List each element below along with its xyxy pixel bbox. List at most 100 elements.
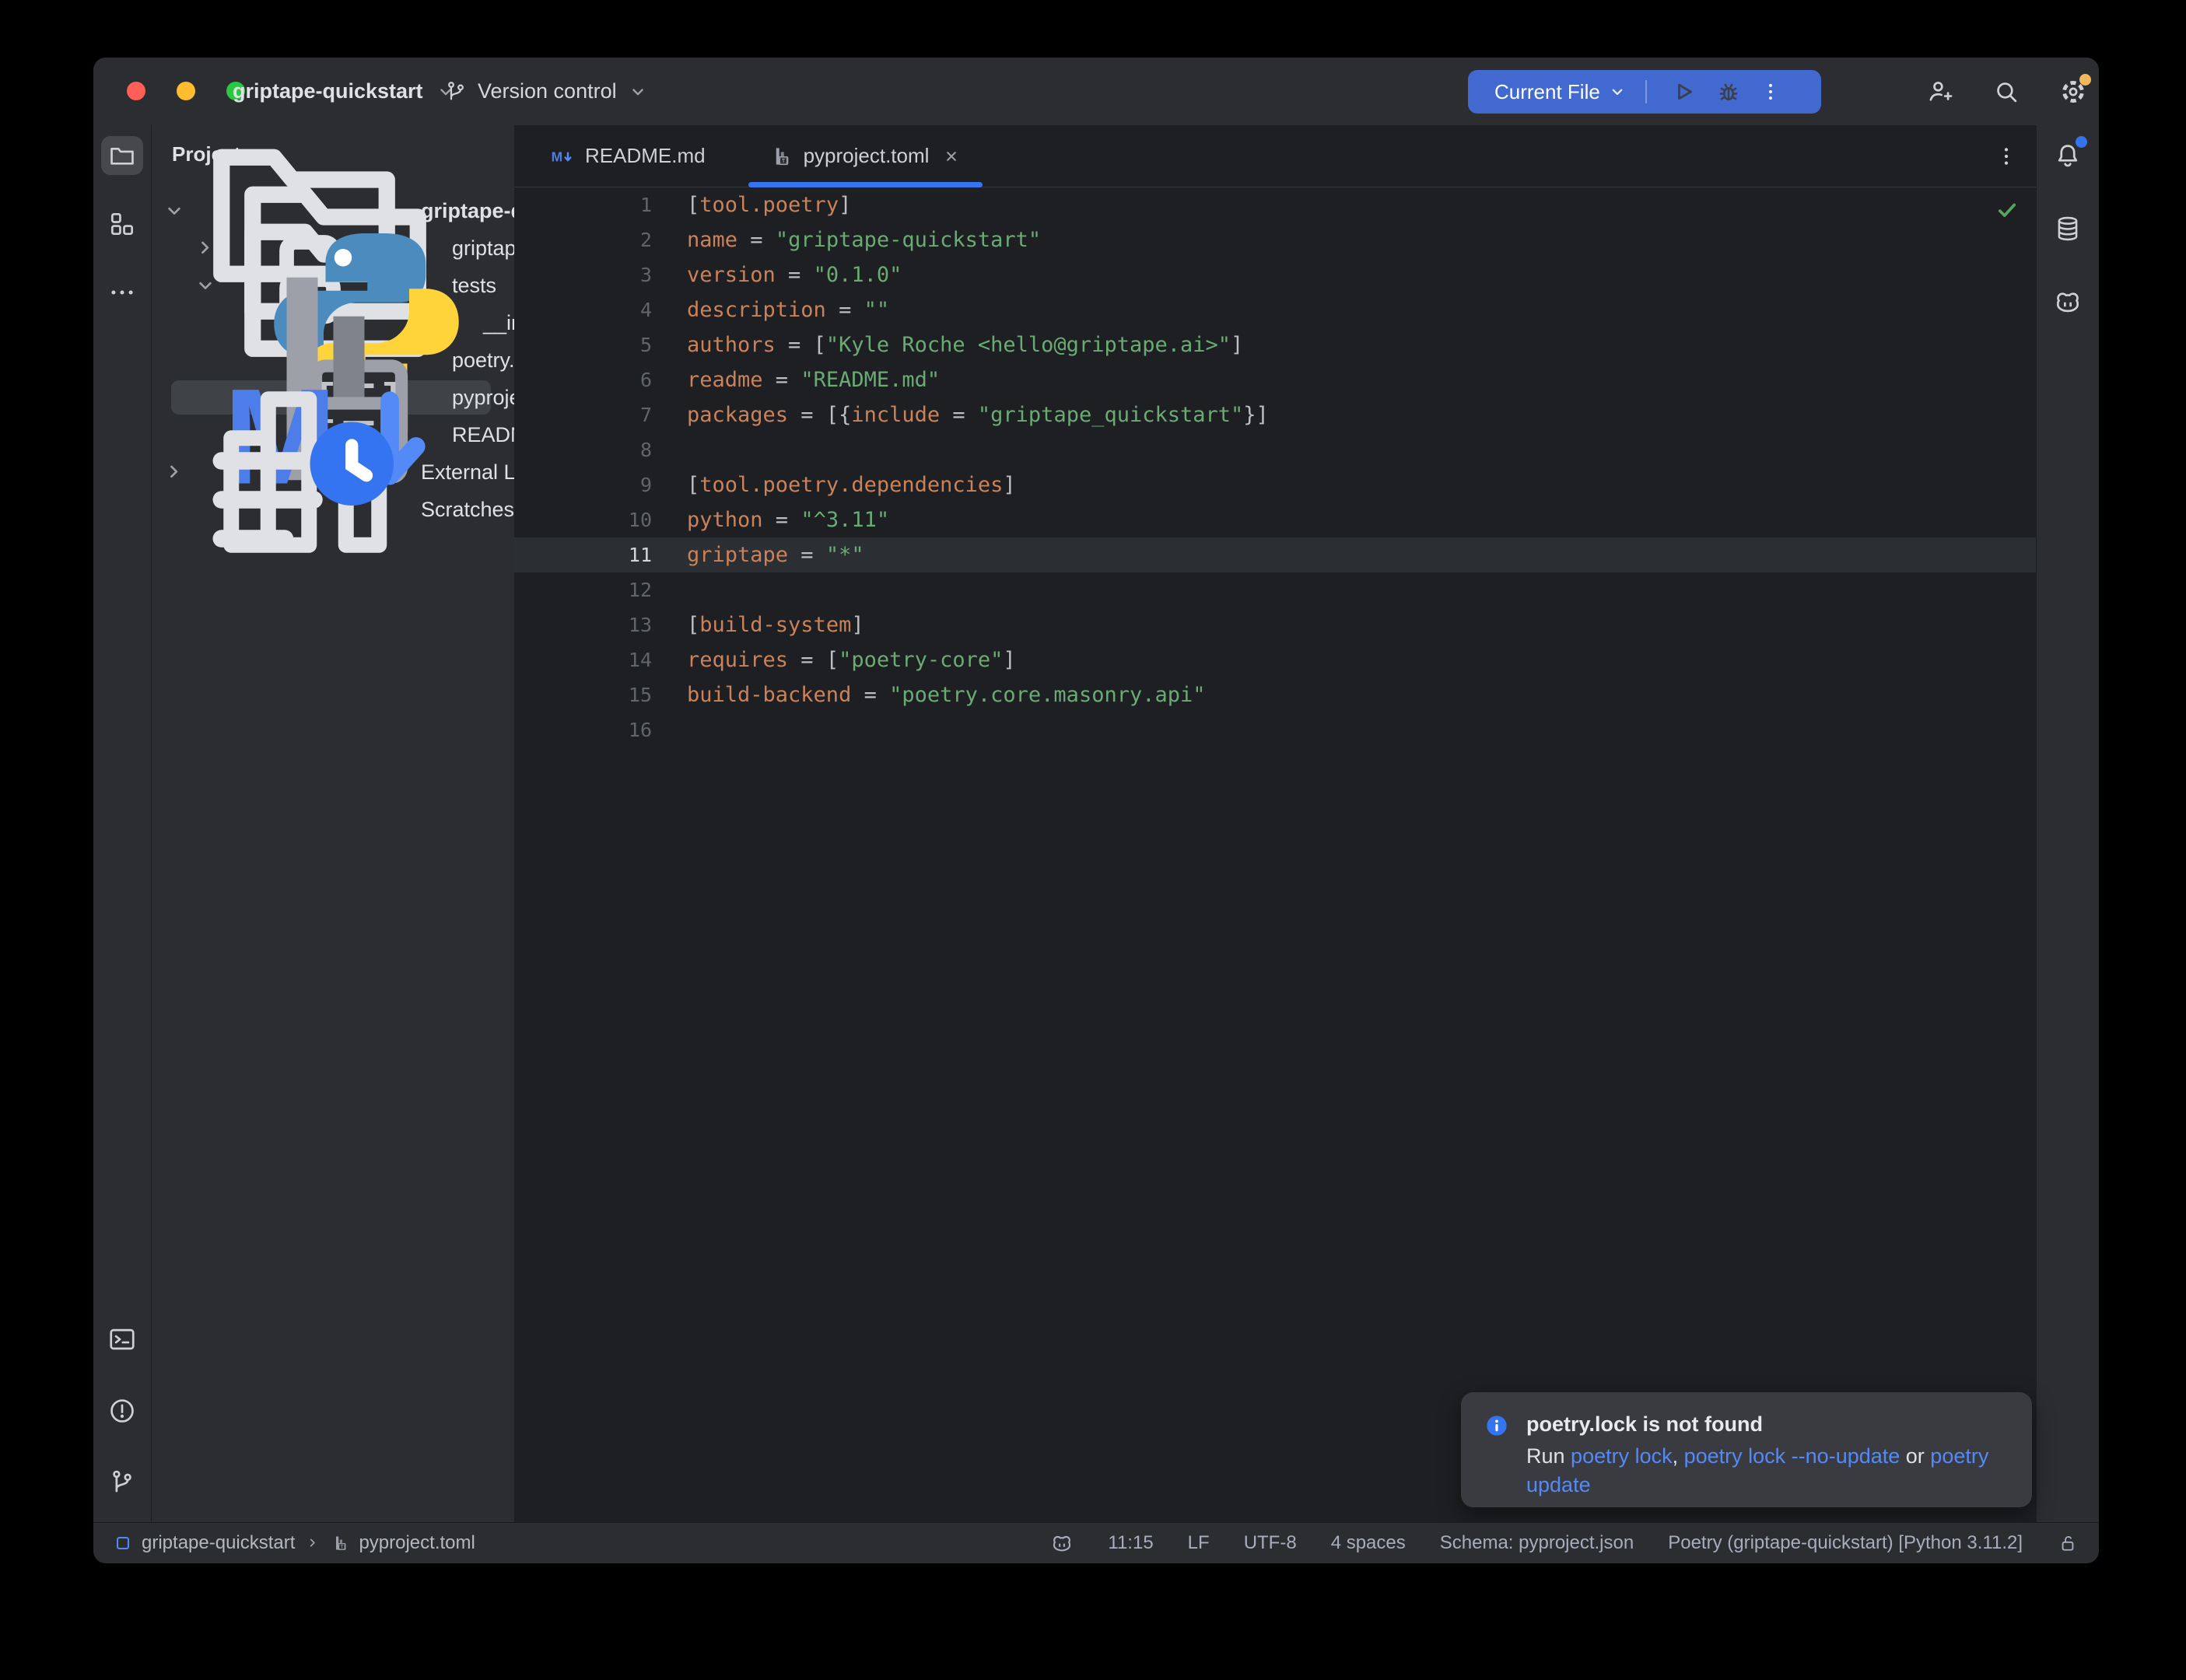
run-config-selector[interactable]: Current File bbox=[1494, 80, 1600, 104]
chevron-down-icon[interactable] bbox=[192, 272, 219, 299]
line-number: 15 bbox=[514, 684, 652, 706]
notification-link[interactable]: poetry lock bbox=[1571, 1444, 1673, 1468]
code-line: 11griptape = "*" bbox=[514, 537, 2036, 572]
copilot-status-icon[interactable] bbox=[1050, 1531, 1074, 1555]
version-control-tool-window-button[interactable] bbox=[101, 1463, 143, 1502]
vcs-branch-icon bbox=[443, 79, 468, 104]
line-number: 2 bbox=[514, 229, 652, 251]
chevron-down-icon bbox=[626, 80, 650, 103]
chevron-spacer bbox=[161, 496, 187, 523]
tree-item-label: pyproject.toml bbox=[452, 386, 514, 410]
folder-icon bbox=[107, 141, 137, 170]
ai-assistant-button[interactable] bbox=[2047, 282, 2089, 321]
code-line: 4description = "" bbox=[514, 292, 2036, 327]
tree-item-label: __init__.py bbox=[483, 311, 514, 335]
line-number: 11 bbox=[514, 544, 652, 566]
markdown-icon: M bbox=[551, 145, 574, 168]
breadcrumb-item[interactable]: griptape-quickstart bbox=[142, 1532, 295, 1554]
terminal-icon bbox=[107, 1325, 137, 1354]
code-text: [tool.poetry] bbox=[652, 193, 851, 217]
main-area: Project griptape-quickstart~/Documegript… bbox=[93, 125, 2099, 1522]
window-close-button[interactable] bbox=[127, 82, 145, 100]
project-selector[interactable]: griptape-quickstart bbox=[233, 58, 457, 125]
code-text: griptape = "*" bbox=[652, 543, 864, 567]
notification-text: Run bbox=[1526, 1444, 1571, 1468]
code-text: version = "0.1.0" bbox=[652, 263, 902, 287]
code-line: 7packages = [{include = "griptape_quicks… bbox=[514, 397, 2036, 432]
tab-label: README.md bbox=[585, 144, 706, 168]
window-minimize-button[interactable] bbox=[177, 82, 195, 100]
settings-button[interactable] bbox=[2058, 77, 2088, 107]
code-editor[interactable]: 1[tool.poetry] 2name = "griptape-quicksta… bbox=[514, 187, 2036, 1522]
code-line: 9[tool.poetry.dependencies] bbox=[514, 467, 2036, 502]
chevron-right-icon[interactable] bbox=[161, 459, 187, 485]
svg-text:[T]: [T] bbox=[778, 158, 788, 164]
chevron-down-icon[interactable] bbox=[1606, 81, 1628, 103]
notification-title: poetry.lock is not found bbox=[1526, 1411, 2001, 1437]
invite-user-button[interactable] bbox=[1925, 77, 1954, 107]
right-tool-window-bar bbox=[2036, 125, 2099, 1522]
code-line: 16 bbox=[514, 712, 2036, 747]
code-line: 15build-backend = "poetry.core.masonry.a… bbox=[514, 677, 2036, 712]
scratches-icon bbox=[187, 393, 421, 626]
database-tool-window-button[interactable] bbox=[2047, 209, 2089, 248]
status-item[interactable]: Poetry (griptape-quickstart) [Python 3.1… bbox=[1668, 1532, 2023, 1554]
code-line: 14requires = ["poetry-core"] bbox=[514, 642, 2036, 677]
structure-icon bbox=[107, 209, 137, 239]
chevron-right-icon[interactable] bbox=[192, 235, 219, 261]
notifications-button[interactable] bbox=[2047, 136, 2089, 175]
code-line: 3version = "0.1.0" bbox=[514, 257, 2036, 292]
notification-link[interactable]: poetry lock --no-update bbox=[1684, 1444, 1900, 1468]
code-line: 5authors = ["Kyle Roche <hello@griptape.… bbox=[514, 327, 2036, 362]
structure-tool-window-button[interactable] bbox=[101, 205, 143, 243]
code-line: 10python = "^3.11" bbox=[514, 502, 2036, 537]
line-number: 12 bbox=[514, 579, 652, 601]
editor-area: MREADME.md[T]pyproject.toml 1[tool.poetr… bbox=[514, 125, 2036, 1522]
more-tool-windows-button[interactable] bbox=[101, 273, 143, 312]
status-item[interactable]: UTF-8 bbox=[1244, 1532, 1297, 1554]
breadcrumb-item[interactable]: pyproject.toml bbox=[359, 1532, 475, 1554]
status-item[interactable]: 11:15 bbox=[1108, 1532, 1153, 1554]
tree-row-Scratches and Consoles[interactable]: Scratches and Consoles bbox=[152, 491, 514, 528]
debug-button[interactable] bbox=[1714, 77, 1743, 107]
status-item[interactable]: Schema: pyproject.json bbox=[1440, 1532, 1634, 1554]
vcs-selector-label: Version control bbox=[478, 79, 617, 103]
run-button[interactable] bbox=[1669, 77, 1698, 107]
vcs-selector[interactable]: Version control bbox=[443, 58, 650, 125]
line-number: 6 bbox=[514, 369, 652, 391]
problems-tool-window-button[interactable] bbox=[101, 1391, 143, 1430]
unlock-icon[interactable] bbox=[2057, 1532, 2079, 1554]
code-line: 2name = "griptape-quickstart" bbox=[514, 222, 2036, 257]
vcs-branch-icon bbox=[107, 1468, 137, 1497]
chevron-down-icon[interactable] bbox=[161, 198, 187, 224]
tree-item-label: Scratches and Consoles bbox=[421, 498, 514, 522]
more-run-options-button[interactable] bbox=[1759, 80, 1782, 103]
project-selector-label: griptape-quickstart bbox=[233, 79, 423, 103]
notification-popup: poetry.lock is not found Run poetry lock… bbox=[1461, 1392, 2032, 1507]
info-icon bbox=[1484, 1413, 1509, 1438]
project-tool-window: Project griptape-quickstart~/Documegript… bbox=[152, 125, 514, 1522]
code-text: python = "^3.11" bbox=[652, 508, 889, 532]
blue-square-icon bbox=[114, 1534, 132, 1552]
editor-tab-bar: M README.md [T]pyproject.toml bbox=[514, 125, 2036, 187]
editor-tab-pyproject.toml[interactable]: [T]pyproject.toml bbox=[748, 125, 983, 187]
status-item[interactable]: 4 spaces bbox=[1331, 1532, 1406, 1554]
code-text: [tool.poetry.dependencies] bbox=[652, 473, 1016, 497]
search-everywhere-button[interactable] bbox=[1992, 77, 2021, 107]
editor-tab-README.md[interactable]: M README.md bbox=[530, 125, 727, 187]
line-number: 1 bbox=[514, 194, 652, 216]
tab-list-options-button[interactable] bbox=[1994, 144, 2019, 169]
status-item[interactable]: LF bbox=[1188, 1532, 1210, 1554]
close-icon[interactable] bbox=[941, 146, 962, 166]
terminal-tool-window-button[interactable] bbox=[101, 1320, 143, 1359]
project-tool-window-button[interactable] bbox=[101, 136, 143, 175]
line-number: 7 bbox=[514, 404, 652, 426]
tree-item-label: External Libraries bbox=[421, 460, 514, 485]
run-widget: Current File bbox=[1468, 70, 1821, 114]
code-line: 13[build-system] bbox=[514, 607, 2036, 642]
problems-icon bbox=[107, 1396, 137, 1426]
status-bar: griptape-quickstart[T]pyproject.toml 11:… bbox=[93, 1522, 2099, 1563]
code-text: requires = ["poetry-core"] bbox=[652, 648, 1016, 672]
code-text: build-backend = "poetry.core.masonry.api… bbox=[652, 683, 1206, 707]
inspections-status-icon[interactable] bbox=[1994, 197, 2020, 223]
